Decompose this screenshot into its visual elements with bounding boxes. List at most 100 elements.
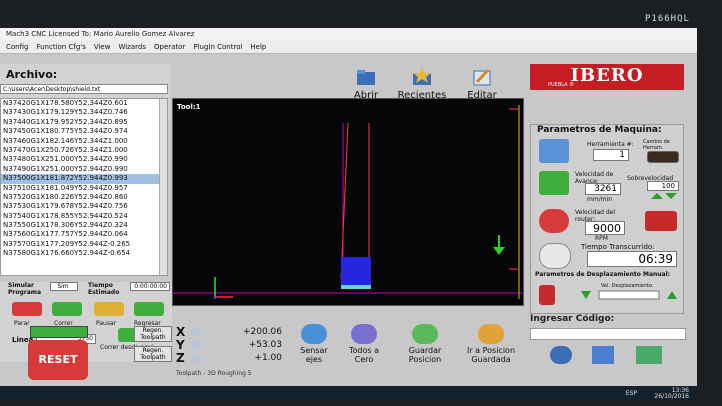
gcode-line: N37510G1X181.049Y52.944Z0.957 — [3, 183, 128, 192]
axis-x-value: +200.06 — [242, 327, 282, 337]
menu-function-cfgs[interactable]: Function Cfg's — [36, 40, 85, 53]
gcode-line: N37420G1X178.580Y52.344Z0.601 — [3, 99, 128, 107]
spindle-cw-button[interactable] — [645, 211, 677, 231]
menu-help[interactable]: Help — [250, 40, 266, 53]
gcode-line: N37490G1X251.000Y52.944Z0.990 — [3, 164, 128, 173]
axis-origin-icon — [213, 277, 233, 299]
system-clock[interactable]: 13:36 26/10/2016 — [654, 388, 689, 400]
folder-open-icon — [357, 70, 375, 85]
todos-a-cero-label: Todos a Cero — [348, 346, 379, 364]
archivo-title: Archivo: — [6, 68, 58, 81]
gcode-scrollbar[interactable] — [159, 99, 167, 275]
machine-params-title: Parametros de Maquina: — [537, 125, 662, 135]
gcode-line: N37540G1X178.855Y52.944Z0.524 — [3, 211, 128, 220]
parar-button[interactable] — [12, 302, 42, 316]
zero-icon — [351, 324, 377, 344]
sim-button[interactable]: Sim — [50, 282, 78, 291]
regresar-button[interactable] — [134, 302, 164, 316]
ir-a-posicion-label: Ir a Posicion Guardada — [466, 346, 516, 364]
wrench-icon — [539, 139, 569, 163]
menu-plugin-control[interactable]: PlugIn Control — [193, 40, 242, 53]
gcode-list[interactable]: N37420G1X178.580Y52.344Z0.601 N37430G1X1… — [0, 98, 168, 276]
taskbar: ESP 13:36 26/10/2016 — [0, 386, 697, 400]
menu-view[interactable]: View — [94, 40, 111, 53]
rpm-label: RPM — [595, 235, 608, 242]
axis-z-label: Z — [176, 351, 185, 365]
axis-y-value: +53.03 — [248, 340, 282, 350]
clock-date: 26/10/2016 — [654, 393, 689, 400]
tiempo-estimado-label: Tiempo Estimado — [88, 282, 120, 296]
toolpath-status: Toolpath - 3D Roughing 5 — [176, 370, 252, 377]
velocidad-avance-field[interactable]: 3261 — [585, 183, 621, 195]
ingresar-codigo-field[interactable] — [530, 328, 686, 340]
cambio-herram-button[interactable] — [647, 151, 679, 163]
help-icon[interactable] — [550, 346, 572, 364]
spindle-toggle-icon[interactable] — [539, 209, 569, 233]
runner-icon — [539, 171, 569, 195]
star-folder-icon — [413, 67, 431, 85]
go-to-position-icon — [478, 324, 504, 344]
mach3-screen: Mach3 CNC Licensed To: Mario Aurelio Gom… — [0, 28, 697, 400]
menu-wizards[interactable]: Wizards — [118, 40, 146, 53]
menu-operator[interactable]: Operator — [154, 40, 185, 53]
jog-speed-arrows-icon[interactable] — [579, 289, 679, 303]
monitor-brand: P166HQL — [645, 14, 690, 24]
guardar-posicion-button[interactable]: Guardar Posicion — [398, 324, 452, 364]
regen-toolpath-button[interactable]: Regen. Toolpath — [134, 326, 172, 342]
zero-z-button[interactable] — [190, 354, 202, 362]
simular-label: Simular Programa — [8, 282, 42, 296]
pausar-label: Pausar — [96, 320, 117, 327]
dro-z: Z +1.00 — [176, 352, 286, 364]
ir-a-posicion-button[interactable]: Ir a Posicion Guardada — [458, 324, 524, 364]
file-path-field[interactable]: C:\Users\Acer\Desktop\shield.txt — [0, 84, 168, 94]
tiempo-transcurrido-label: Tiempo Transcurrido: — [581, 243, 655, 251]
zero-x-button[interactable] — [190, 328, 202, 336]
window-title: Mach3 CNC Licensed To: Mario Aurelio Gom… — [0, 28, 697, 40]
sobrevelocidad-field[interactable]: 100 — [647, 181, 679, 191]
gcode-line: N37450G1X180.775Y52.344Z0.974 — [3, 127, 128, 136]
parar-label: Parar — [14, 320, 30, 327]
guardar-posicion-label: Guardar Posicion — [408, 346, 442, 364]
gcode-line: N37520G1X180.226Y52.944Z0.860 — [3, 192, 128, 201]
keyboard-icon[interactable] — [636, 346, 662, 364]
ibero-logo-sub: PUEBLA ® — [548, 82, 575, 88]
gcode-line: N37570G1X177.209Y52.944Z-0.265 — [3, 239, 131, 248]
toolpath-graphics — [173, 105, 523, 299]
velocidad-router-field[interactable]: 9000 — [585, 221, 625, 235]
zero-y-button[interactable] — [190, 341, 202, 349]
sensar-ejes-label: Sensar ejes — [300, 346, 328, 364]
language-indicator[interactable]: ESP — [626, 390, 637, 397]
gcode-line: N37550G1X178.306Y52.944Z0.324 — [3, 221, 128, 230]
down-arrow-icon — [493, 235, 505, 255]
toolpath-viewport[interactable]: Tool:1 — [172, 98, 524, 306]
unidad-avance: mm/min — [587, 196, 613, 203]
regen-toolpath-button-2[interactable]: Regen. Toolpath — [134, 346, 172, 362]
herramienta-field[interactable]: 1 — [593, 149, 629, 161]
machine-params-panel: Parametros de Maquina: Herramienta #: 1 … — [530, 124, 684, 314]
gcode-line: N37580G1X176.660Y52.944Z-0.654 — [3, 249, 131, 258]
jog-toggle-button[interactable] — [539, 285, 555, 305]
herramienta-label: Herramienta #: — [587, 141, 634, 148]
dro-panel: X +200.06 Y +53.03 Z +1.00 — [176, 326, 286, 366]
todos-a-cero-button[interactable]: Todos a Cero — [342, 324, 386, 364]
status-led — [30, 326, 88, 338]
menubar: Config Function Cfg's View Wizards Opera… — [0, 40, 697, 54]
pausar-button[interactable] — [94, 302, 124, 316]
gcode-line: N37460G1X182.146Y52.344Z1.000 — [3, 136, 128, 145]
override-arrows-icon[interactable] — [649, 191, 679, 201]
bottom-icon-row — [540, 344, 688, 384]
reset-button[interactable]: RESET — [28, 340, 88, 380]
wizard-icon[interactable] — [592, 346, 614, 364]
desplazamiento-label: Parametros de Desplazamiento Manual: — [535, 271, 671, 278]
gcode-line: N37480G1X251.000Y52.344Z0.990 — [3, 155, 128, 164]
edit-icon — [473, 68, 491, 86]
axis-y-label: Y — [176, 338, 185, 352]
correr-button[interactable] — [52, 302, 82, 316]
sensar-ejes-button[interactable]: Sensar ejes — [292, 324, 336, 364]
gcode-line: N37560G1X177.757Y52.944Z0.064 — [3, 230, 128, 239]
menu-config[interactable]: Config — [6, 40, 28, 53]
toolpath-red-line — [340, 122, 349, 280]
axis-x-label: X — [176, 325, 186, 339]
tiempo-transcurrido-field: 06:39 — [587, 251, 677, 267]
dro-x: X +200.06 — [176, 326, 286, 338]
